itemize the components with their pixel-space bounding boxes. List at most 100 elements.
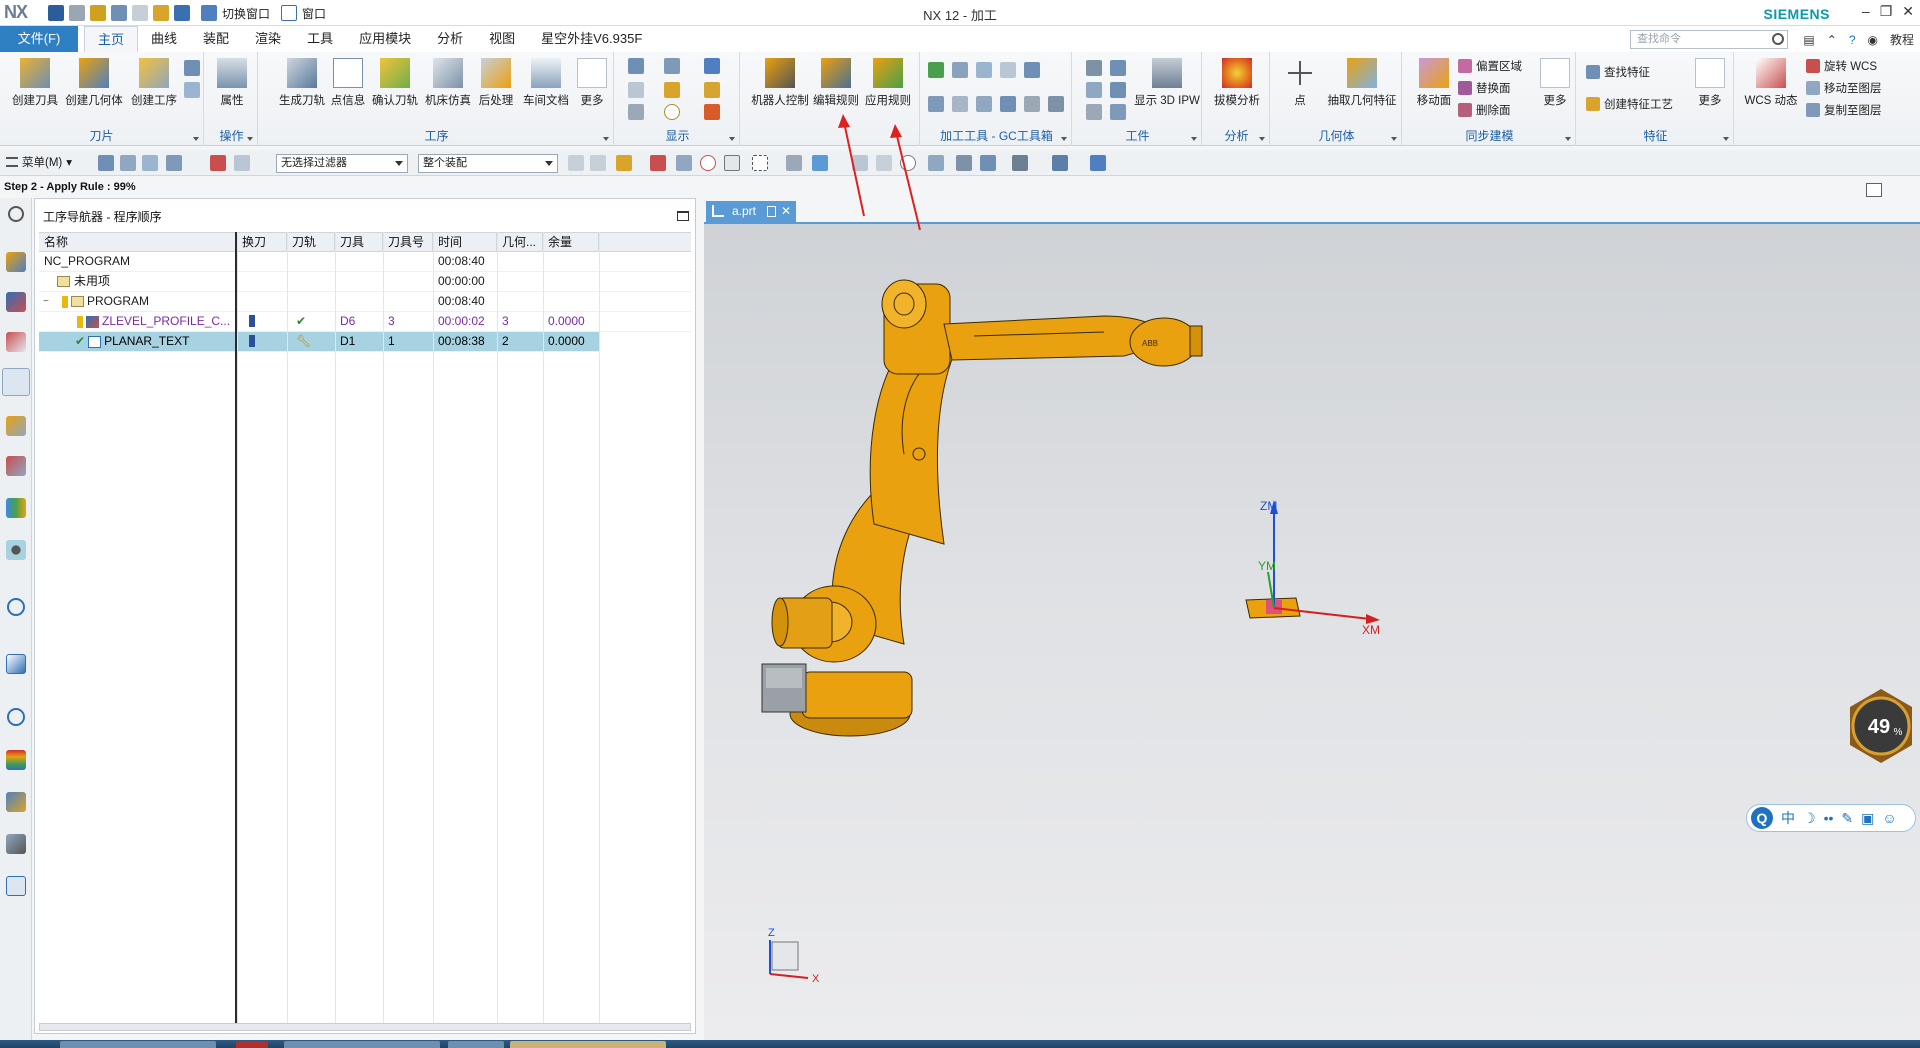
point-display-icon[interactable] — [664, 104, 680, 120]
tool-display-icon[interactable] — [704, 82, 720, 98]
restore-button[interactable]: ❐ — [1880, 3, 1893, 20]
chevron-down-icon[interactable] — [1565, 137, 1571, 141]
ime-clipboard-icon[interactable]: ▣ — [1861, 810, 1874, 827]
snap-icon[interactable] — [210, 155, 226, 171]
machine-navigator-icon[interactable] — [6, 416, 26, 436]
file-menu-tab[interactable]: 文件(F) — [0, 26, 78, 52]
feature-more-button[interactable]: 更多 — [1692, 58, 1728, 108]
tutorial-icon[interactable]: ◉ — [1868, 33, 1878, 47]
close-button[interactable]: ✕ — [1902, 3, 1914, 20]
snap-point-d-icon[interactable] — [650, 155, 666, 171]
visual-report-icon[interactable] — [6, 750, 26, 770]
grid-view-icon[interactable] — [980, 155, 996, 171]
snap-quadrant-icon[interactable] — [724, 155, 740, 171]
point-button[interactable]: 点 — [1280, 58, 1320, 108]
maximize-panel-icon[interactable] — [677, 211, 689, 221]
pan-view-icon[interactable] — [928, 155, 944, 171]
gc-tool-b-icon[interactable] — [976, 62, 992, 78]
layout-icon[interactable] — [6, 876, 26, 896]
assembly-navigator-icon[interactable] — [6, 252, 26, 272]
robot-navigator-icon[interactable] — [6, 834, 26, 854]
gear-icon[interactable] — [8, 206, 24, 222]
eye-icon[interactable] — [6, 540, 26, 560]
part-navigator-icon[interactable] — [6, 332, 26, 352]
workpiece-d-icon[interactable] — [1110, 82, 1126, 98]
toolpath-display-icon[interactable] — [628, 82, 644, 98]
replace-face-button[interactable]: 替换面 — [1458, 80, 1511, 96]
sync-more-button[interactable]: 更多 — [1538, 58, 1572, 108]
process-more-button[interactable]: 更多 — [574, 58, 610, 108]
column-time[interactable]: 时间 — [433, 233, 497, 252]
ime-punctuation-icon[interactable]: •• — [1824, 810, 1834, 826]
search-icon[interactable] — [1772, 33, 1784, 45]
table-row[interactable]: NC_PROGRAM 00:08:40 — [39, 252, 691, 272]
view-fit-icon[interactable] — [852, 155, 868, 171]
taskbar-item[interactable] — [448, 1041, 504, 1048]
robot-control-button[interactable]: 机器人控制 — [750, 58, 810, 108]
tool-library-icon[interactable] — [6, 792, 26, 812]
table-row-selected[interactable]: ✔ PLANAR_TEXT 🔧︎ D1 1 00:08:38 2 0.0000 — [39, 332, 599, 352]
window-menu-button[interactable]: 窗口 — [302, 5, 326, 22]
history-icon[interactable] — [7, 708, 25, 726]
select-list-icon[interactable] — [142, 155, 158, 171]
tab-application[interactable]: 应用模块 — [346, 26, 424, 52]
column-tool[interactable]: 刀具 — [335, 233, 383, 252]
type-filter-select[interactable]: 无选择过滤器 — [276, 154, 408, 173]
extract-geometry-button[interactable]: 抽取几何特征 — [1324, 58, 1400, 108]
create-program-icon[interactable] — [184, 82, 200, 98]
display-option-icon[interactable] — [664, 58, 680, 74]
operation-navigator-icon[interactable] — [2, 368, 30, 396]
tab-assembly[interactable]: 装配 — [190, 26, 242, 52]
tab-home[interactable]: 主页 — [84, 26, 139, 52]
column-tool-number[interactable]: 刀具号 — [383, 233, 433, 252]
ime-logo-icon[interactable]: Q — [1751, 807, 1773, 829]
ime-moon-icon[interactable]: ☽ — [1803, 810, 1816, 827]
create-feature-process-button[interactable]: 创建特征工艺 — [1586, 96, 1673, 112]
ime-chinese-toggle[interactable]: 中 — [1781, 808, 1795, 828]
chevron-down-icon[interactable] — [603, 137, 609, 141]
orient-view-icon[interactable] — [956, 155, 972, 171]
repeat-command-icon[interactable] — [153, 5, 169, 21]
select-face-icon[interactable] — [812, 155, 828, 171]
table-row[interactable]: 未用项 00:00:00 — [39, 272, 691, 292]
window-icon[interactable] — [281, 5, 298, 21]
select-mode-icon[interactable] — [98, 155, 114, 171]
undo-icon[interactable] — [69, 5, 85, 21]
taskbar-item[interactable] — [284, 1041, 440, 1048]
taskbar-item[interactable] — [510, 1041, 666, 1048]
tab-plugin[interactable]: 星空外挂V6.935F — [528, 26, 655, 52]
column-geometry[interactable]: 几何... — [497, 233, 543, 252]
robot-model[interactable]: ABB — [761, 279, 1203, 737]
paste-icon[interactable] — [132, 5, 148, 21]
part-tab[interactable]: a.prt ✕ — [706, 201, 796, 222]
column-stock[interactable]: 余量 — [543, 233, 599, 252]
switch-window-icon[interactable] — [201, 5, 217, 21]
touch-mode-icon[interactable] — [174, 5, 190, 21]
workpiece-a-icon[interactable] — [1086, 60, 1102, 76]
switch-window-button[interactable]: 切换窗口 — [222, 5, 270, 22]
line-display-icon[interactable] — [704, 104, 720, 120]
chevron-down-icon[interactable] — [193, 137, 199, 141]
create-geometry-button[interactable]: 创建几何体 — [64, 58, 124, 108]
chevron-down-icon[interactable] — [247, 137, 253, 141]
move-face-button[interactable]: 移动面 — [1412, 58, 1456, 108]
gc-tool-i-icon[interactable] — [1024, 96, 1040, 112]
generate-toolpath-button[interactable]: 生成刀轨 — [276, 58, 328, 108]
display-filter-icon[interactable] — [704, 58, 720, 74]
show-3d-ipw-button[interactable]: 显示 3D IPW — [1134, 58, 1200, 108]
snap-point-e-icon[interactable] — [676, 155, 692, 171]
create-operation-button[interactable]: 创建工序 — [126, 58, 182, 108]
table-row[interactable]: ZLEVEL_PROFILE_C... ✔ D6 3 00:00:02 3 0.… — [39, 312, 691, 332]
apply-rule-button[interactable]: 应用规则 — [862, 58, 914, 108]
gc-tool-g-icon[interactable] — [976, 96, 992, 112]
shaded-view-icon[interactable] — [1052, 155, 1068, 171]
scope-filter-select[interactable]: 整个装配 — [418, 154, 558, 173]
ime-tools-icon[interactable]: ✎ — [1841, 810, 1853, 827]
box-select-icon[interactable] — [752, 155, 768, 171]
workpiece-c-icon[interactable] — [1086, 82, 1102, 98]
gc-tool-e-icon[interactable] — [928, 96, 944, 112]
ime-emoji-icon[interactable]: ☺ — [1882, 810, 1896, 826]
chevron-down-icon[interactable] — [1259, 137, 1265, 141]
gc-check-icon[interactable] — [928, 62, 944, 78]
delete-face-button[interactable]: 删除面 — [1458, 102, 1511, 118]
